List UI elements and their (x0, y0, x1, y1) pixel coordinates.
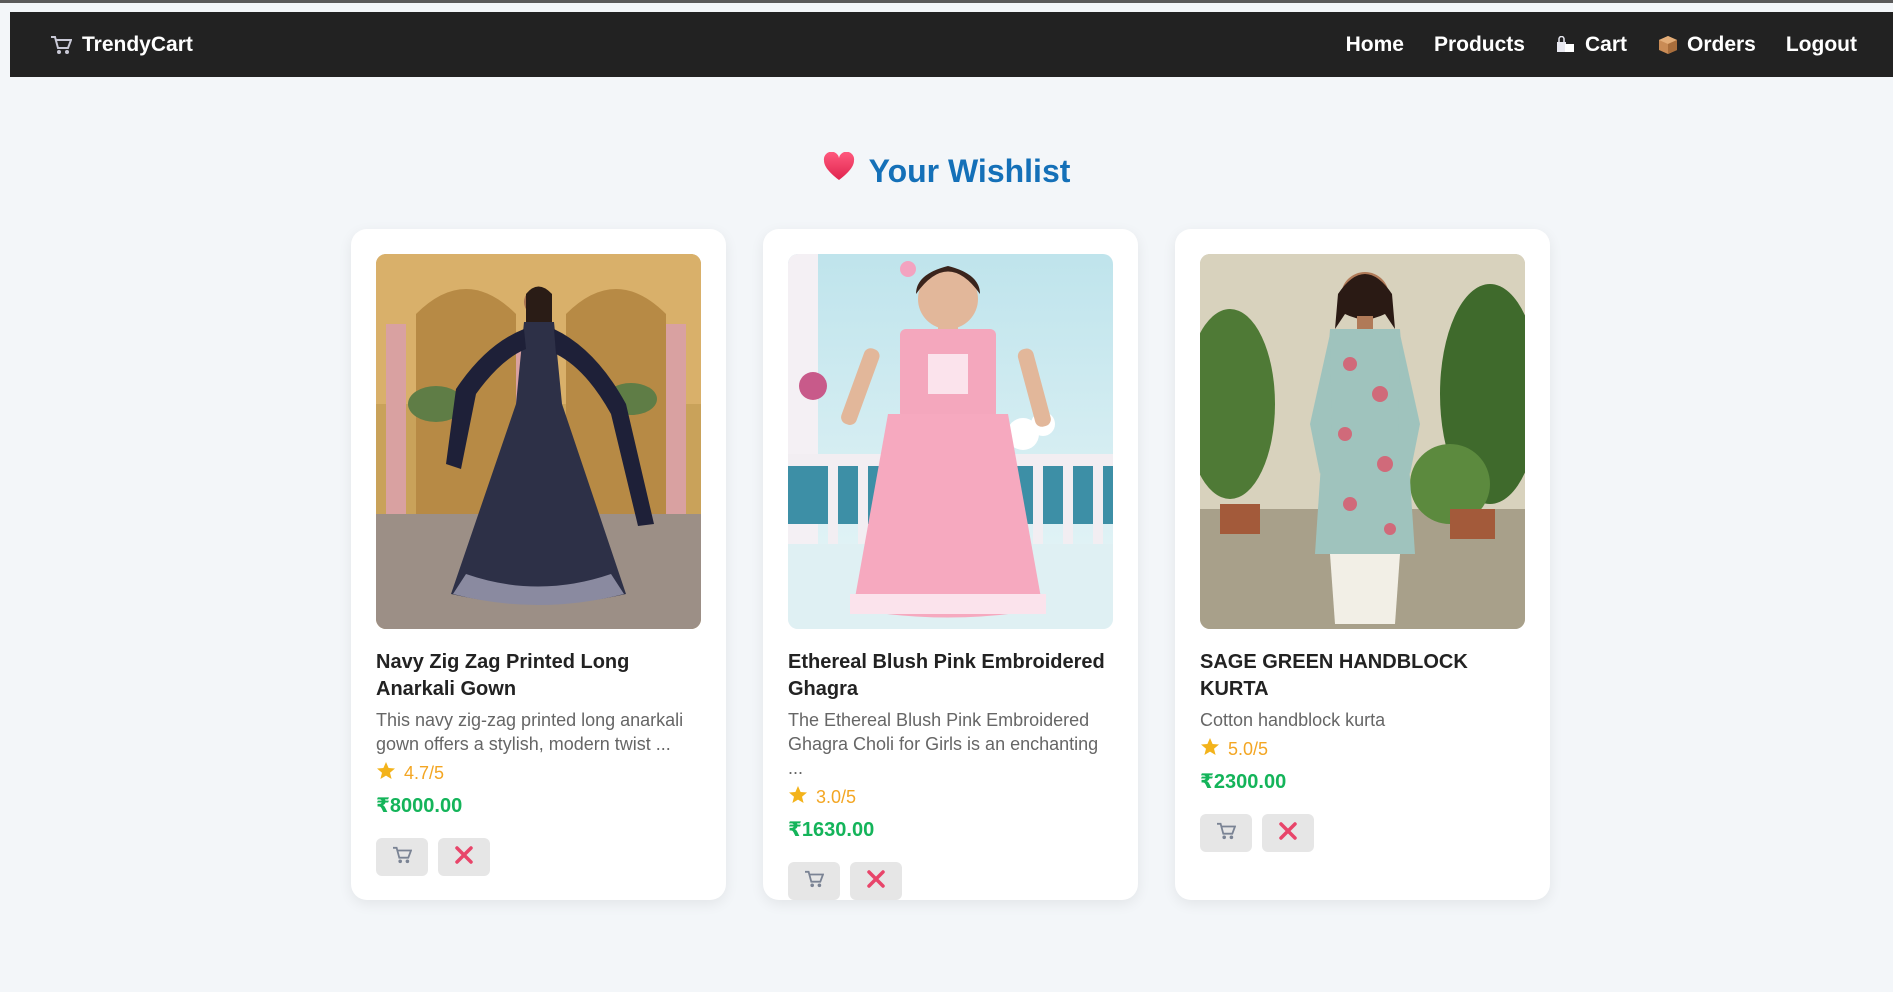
product-description: This navy zig-zag printed long anarkali … (376, 710, 684, 754)
nav-home-label: Home (1345, 32, 1404, 56)
shopping-bags-icon (1555, 34, 1577, 56)
remove-button[interactable] (850, 862, 902, 900)
star-icon (788, 785, 808, 809)
close-icon (1279, 821, 1297, 845)
product-name[interactable]: Navy Zig Zag Printed Long Anarkali Gown (376, 649, 701, 703)
navy-anarkali-gown-photo[interactable] (376, 254, 701, 629)
rating-value: 5.0/5 (1228, 738, 1269, 759)
navbar: TrendyCart Home Products Cart Orders Log… (10, 12, 1893, 77)
close-icon (455, 845, 473, 869)
nav-orders-label: Orders (1686, 32, 1756, 56)
nav-logout[interactable]: Logout (1786, 33, 1857, 57)
product-rating: 4.7/5 (376, 761, 701, 785)
window-top-border (0, 0, 1893, 3)
cart-icon (804, 870, 825, 893)
cart-icon (1216, 822, 1237, 845)
card-actions (788, 862, 1113, 900)
nav-products[interactable]: Products (1434, 33, 1525, 57)
add-to-cart-button[interactable] (1200, 814, 1252, 852)
card-actions (1200, 814, 1525, 852)
product-rating: 5.0/5 (1200, 737, 1525, 761)
wishlist-card: Ethereal Blush Pink Embroidered Ghagra T… (763, 229, 1138, 900)
product-price: ₹2300.00 (1200, 771, 1287, 793)
product-description: Cotton handblock kurta (1200, 710, 1386, 730)
star-icon (376, 761, 396, 785)
brand-logo[interactable]: TrendyCart (50, 33, 193, 57)
product-description: The Ethereal Blush Pink Embroidered Ghag… (788, 710, 1099, 778)
nav-products-label: Products (1433, 32, 1525, 56)
page-title-text: Your Wishlist (868, 152, 1071, 189)
add-to-cart-button[interactable] (376, 838, 428, 876)
add-to-cart-button[interactable] (788, 862, 840, 900)
remove-button[interactable] (438, 838, 490, 876)
cart-icon (392, 846, 413, 869)
nav-cart-label: Cart (1584, 32, 1627, 56)
close-icon (867, 869, 885, 893)
wishlist-card: Navy Zig Zag Printed Long Anarkali Gown … (351, 229, 726, 900)
nav-home[interactable]: Home (1346, 33, 1404, 57)
page-title: Your Wishlist (0, 151, 1893, 190)
package-icon (1657, 34, 1679, 56)
product-name[interactable]: SAGE GREEN HANDBLOCK KURTA (1200, 649, 1525, 703)
star-icon (1200, 737, 1220, 761)
wishlist-card: SAGE GREEN HANDBLOCK KURTA Cotton handbl… (1175, 229, 1550, 900)
rating-value: 3.0/5 (816, 786, 857, 807)
product-name[interactable]: Ethereal Blush Pink Embroidered Ghagra (788, 649, 1113, 703)
card-actions (376, 838, 701, 876)
heart-icon (823, 151, 855, 190)
nav-links: Home Products Cart Orders Logout (1346, 33, 1857, 57)
product-price: ₹8000.00 (376, 795, 463, 817)
rating-value: 4.7/5 (404, 762, 445, 783)
product-price: ₹1630.00 (788, 819, 875, 841)
product-rating: 3.0/5 (788, 785, 1113, 809)
nav-cart[interactable]: Cart (1555, 33, 1627, 57)
remove-button[interactable] (1262, 814, 1314, 852)
nav-orders[interactable]: Orders (1657, 33, 1756, 57)
brand-name: TrendyCart (82, 32, 193, 56)
nav-logout-label: Logout (1785, 32, 1857, 56)
pink-ghagra-photo[interactable] (788, 254, 1113, 629)
cart-icon (50, 34, 72, 56)
wishlist-grid: Navy Zig Zag Printed Long Anarkali Gown … (351, 229, 1550, 900)
sage-green-kurta-photo[interactable] (1200, 254, 1525, 629)
